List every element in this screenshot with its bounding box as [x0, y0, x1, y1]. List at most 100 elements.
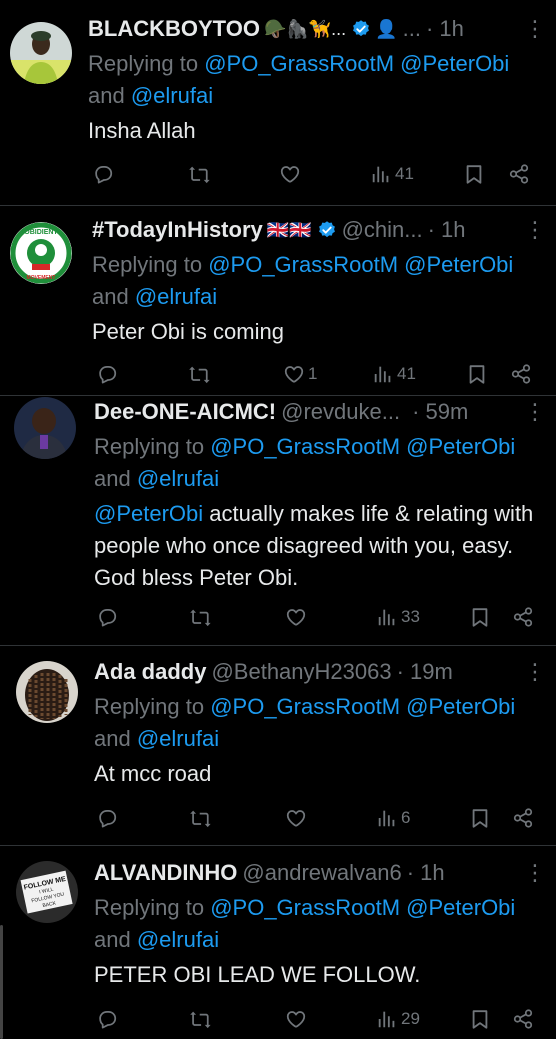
reply-icon — [96, 606, 118, 628]
bookmark-button[interactable] — [463, 160, 485, 188]
like-button[interactable] — [285, 804, 310, 832]
mention-link[interactable]: @PeterObi — [400, 51, 509, 76]
mention-link[interactable]: @PeterObi — [406, 895, 515, 920]
reply-button[interactable] — [96, 360, 121, 388]
avatar[interactable]: FOLLOW ME I WILL FOLLOW YOU BACK — [16, 861, 78, 923]
mention-link[interactable]: @PO_GrassRootM — [210, 694, 400, 719]
like-icon — [285, 1008, 307, 1030]
views-button[interactable]: 29 — [376, 1005, 420, 1033]
views-button[interactable]: 33 — [376, 603, 420, 631]
handle[interactable]: ... — [403, 16, 421, 42]
more-options-icon[interactable]: ⋮ — [524, 655, 546, 689]
replying-to: Replying to @PO_GrassRootM @PeterObi and… — [92, 252, 514, 309]
bookmark-button[interactable] — [469, 1005, 491, 1033]
views-button[interactable]: 6 — [376, 804, 410, 832]
share-button[interactable] — [510, 360, 532, 388]
reply-button[interactable] — [96, 1005, 121, 1033]
handle[interactable]: @BethanyH23063 — [211, 659, 391, 685]
retweet-button[interactable] — [188, 160, 213, 188]
mention-link[interactable]: @elrufai — [137, 466, 219, 491]
share-button[interactable] — [512, 1005, 534, 1033]
logo-text: OBIDIENT — [24, 229, 58, 236]
mention-link[interactable]: @PO_GrassRootM — [204, 51, 394, 76]
display-name[interactable]: Ada daddy — [94, 659, 206, 685]
avatar[interactable]: OBIDIENT MOVEMENT — [10, 222, 72, 284]
retweet-button[interactable] — [189, 603, 214, 631]
retweet-icon — [189, 606, 211, 628]
mention-link[interactable]: @PeterObi — [406, 694, 515, 719]
mention-link[interactable]: @PeterObi — [406, 434, 515, 459]
mention-link[interactable]: @PO_GrassRootM — [208, 252, 398, 277]
tweet[interactable]: Dee-ONE-AICMC! @revduke... · 59m ⋮ Reply… — [0, 395, 556, 646]
mention-link[interactable]: @elrufai — [137, 726, 219, 751]
like-button[interactable]: 1 — [283, 360, 317, 388]
reply-button[interactable] — [92, 160, 117, 188]
retweet-icon — [189, 1008, 211, 1030]
handle[interactable]: @andrewalvan6 — [242, 860, 401, 886]
reply-button[interactable] — [96, 603, 121, 631]
mention-link[interactable]: @PeterObi — [404, 252, 513, 277]
scroll-edge-indicator — [0, 925, 3, 1039]
more-options-icon[interactable]: ⋮ — [524, 12, 546, 46]
more-options-icon[interactable]: ⋮ — [524, 213, 546, 247]
display-name[interactable]: ALVANDINHO — [94, 860, 237, 886]
timestamp[interactable]: · 1h — [428, 217, 466, 243]
tweet[interactable]: BLACKBOYTOO 🪖🦍🦮... 👤 ... · 1h ⋮ Replying… — [0, 0, 556, 206]
share-icon — [512, 807, 534, 829]
mention-link[interactable]: @PO_GrassRootM — [210, 434, 400, 459]
like-icon — [285, 606, 307, 628]
mention-link[interactable]: @elrufai — [137, 927, 219, 952]
bookmark-icon — [469, 807, 491, 829]
share-button[interactable] — [508, 160, 530, 188]
handle[interactable]: @revduke... — [281, 399, 400, 425]
tweet-header: BLACKBOYTOO 🪖🦍🦮... 👤 ... · 1h ⋮ — [88, 12, 546, 46]
timestamp[interactable]: · 19m — [397, 659, 453, 685]
mention-link[interactable]: @elrufai — [135, 284, 217, 309]
avatar[interactable] — [14, 397, 76, 459]
timestamp[interactable]: · 1h — [426, 16, 464, 42]
tweet[interactable]: OBIDIENT MOVEMENT #TodayInHistory 🇬🇧🇬🇧 @… — [0, 205, 556, 396]
display-name[interactable]: #TodayInHistory — [92, 217, 263, 243]
tweet[interactable]: FOLLOW ME I WILL FOLLOW YOU BACK ALVANDI… — [0, 845, 556, 1039]
display-name[interactable]: Dee-ONE-AICMC! — [94, 399, 276, 425]
profile-badge-icon: 👤 — [375, 18, 398, 39]
avatar[interactable] — [16, 661, 78, 723]
more-options-icon[interactable]: ⋮ — [524, 395, 546, 429]
display-name[interactable]: BLACKBOYTOO — [88, 16, 260, 42]
share-icon — [512, 1008, 534, 1030]
views-icon — [376, 807, 398, 829]
retweet-button[interactable] — [189, 1005, 214, 1033]
views-button[interactable]: 41 — [370, 160, 414, 188]
tweet-header: Dee-ONE-AICMC! @revduke... · 59m ⋮ — [94, 395, 546, 429]
tweet[interactable]: Ada daddy @BethanyH23063 · 19m ⋮ Replyin… — [0, 645, 556, 846]
bookmark-button[interactable] — [469, 804, 491, 832]
timestamp[interactable]: · 59m — [412, 399, 468, 425]
mention-link[interactable]: @PO_GrassRootM — [210, 895, 400, 920]
bookmark-button[interactable] — [466, 360, 488, 388]
like-icon — [279, 163, 301, 185]
handle[interactable]: @chin... — [342, 217, 423, 243]
logo-text: MOVEMENT — [27, 275, 56, 281]
bookmark-button[interactable] — [469, 603, 491, 631]
share-icon — [508, 163, 530, 185]
reply-button[interactable] — [96, 804, 121, 832]
tweet-text: @PeterObi actually makes life & relating… — [94, 501, 534, 590]
like-button[interactable] — [279, 160, 304, 188]
views-button[interactable]: 41 — [372, 360, 416, 388]
mention-link[interactable]: @PeterObi — [94, 501, 203, 526]
retweet-button[interactable] — [189, 804, 214, 832]
replying-to: Replying to @PO_GrassRootM @PeterObi and… — [94, 434, 516, 491]
timestamp[interactable]: · 1h — [407, 860, 445, 886]
action-bar: 6 — [0, 804, 556, 832]
mention-link[interactable]: @elrufai — [131, 83, 213, 108]
like-button[interactable] — [285, 1005, 310, 1033]
views-icon — [376, 1008, 398, 1030]
avatar[interactable] — [10, 22, 72, 84]
share-button[interactable] — [512, 804, 534, 832]
share-button[interactable] — [512, 603, 534, 631]
like-button[interactable] — [285, 603, 310, 631]
more-options-icon[interactable]: ⋮ — [524, 856, 546, 890]
action-bar: 41 — [0, 160, 556, 188]
retweet-button[interactable] — [188, 360, 213, 388]
bookmark-icon — [469, 1008, 491, 1030]
